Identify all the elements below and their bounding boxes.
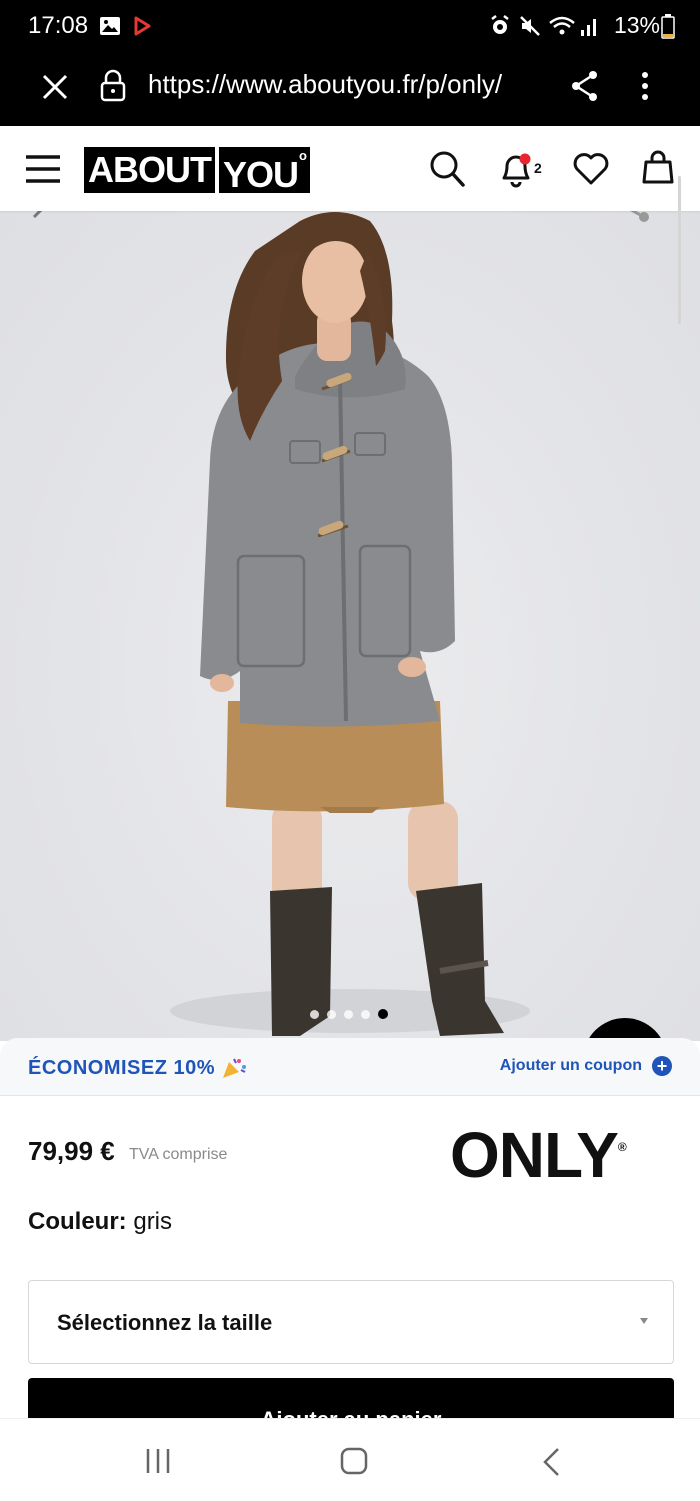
close-tab-icon[interactable] xyxy=(40,72,70,107)
brand-name: ONLY xyxy=(450,1119,619,1191)
status-time: 17:08 xyxy=(28,12,89,39)
logo-text-you: YOU xyxy=(223,154,299,195)
gallery-dot-active[interactable] xyxy=(378,1009,388,1019)
coupon-headline-group: ÉCONOMISEZ 10% xyxy=(28,1056,247,1080)
basket-icon[interactable] xyxy=(642,148,674,191)
signal-icon xyxy=(580,14,600,43)
product-photo-model-in-grey-duffle-coat xyxy=(170,212,530,1036)
search-icon[interactable] xyxy=(428,149,466,194)
coupon-banner: ÉCONOMISEZ 10% Ajouter un coupon + xyxy=(0,1038,700,1096)
gallery-dot[interactable] xyxy=(344,1009,353,1019)
site-header: ABOUT YOUo xyxy=(0,126,700,211)
wishlist-icon[interactable] xyxy=(572,150,610,191)
size-selector[interactable]: Sélectionnez la taille xyxy=(28,1280,674,1364)
alarm-icon xyxy=(489,14,511,43)
gallery-dot[interactable] xyxy=(310,1009,319,1019)
coupon-headline: ÉCONOMISEZ 10% xyxy=(28,1056,216,1079)
recent-apps-icon[interactable] xyxy=(143,1447,173,1475)
menu-icon[interactable] xyxy=(24,152,62,191)
browser-toolbar: https://www.aboutyou.fr/p/only/ xyxy=(0,55,700,126)
system-navigation-bar xyxy=(0,1418,700,1501)
home-icon[interactable] xyxy=(340,1447,368,1475)
battery-percent: 13% xyxy=(613,12,660,38)
color-info: Couleur: gris xyxy=(28,1208,172,1236)
logo-text-about: ABOUT xyxy=(84,147,215,193)
status-bar: 17:08 13% xyxy=(0,0,700,55)
brand-logo[interactable]: ONLY® xyxy=(450,1118,627,1192)
notification-count: 2 xyxy=(534,160,542,176)
more-options-icon[interactable] xyxy=(637,69,653,108)
notification-dot xyxy=(519,153,531,165)
lock-icon[interactable] xyxy=(99,69,127,108)
plus-icon: + xyxy=(652,1056,672,1076)
add-coupon-link[interactable]: Ajouter un coupon + xyxy=(500,1056,672,1076)
party-popper-icon xyxy=(223,1058,247,1078)
gallery-notification-icon xyxy=(98,14,122,43)
tax-note: TVA comprise xyxy=(129,1146,228,1163)
back-icon[interactable] xyxy=(540,1447,562,1477)
share-icon[interactable] xyxy=(569,69,601,108)
color-value: gris xyxy=(133,1208,173,1235)
wifi-icon xyxy=(548,14,578,43)
page-scrollbar[interactable] xyxy=(678,176,681,324)
gallery-pagination xyxy=(310,1009,388,1019)
url-bar[interactable]: https://www.aboutyou.fr/p/only/ xyxy=(148,69,502,100)
add-coupon-label: Ajouter un coupon xyxy=(499,1057,642,1074)
color-label: Couleur: xyxy=(28,1208,127,1235)
product-price: 79,99 € xyxy=(28,1136,115,1166)
product-image-gallery[interactable] xyxy=(0,211,700,1041)
mute-icon xyxy=(518,14,542,43)
youtube-notification-icon xyxy=(131,14,153,43)
chevron-down-icon xyxy=(640,1318,648,1324)
battery-icon xyxy=(661,14,675,45)
about-you-logo[interactable]: ABOUT YOUo xyxy=(84,147,310,195)
size-placeholder: Sélectionnez la taille xyxy=(57,1310,273,1335)
gallery-dot[interactable] xyxy=(327,1009,336,1019)
gallery-dot[interactable] xyxy=(361,1009,370,1019)
